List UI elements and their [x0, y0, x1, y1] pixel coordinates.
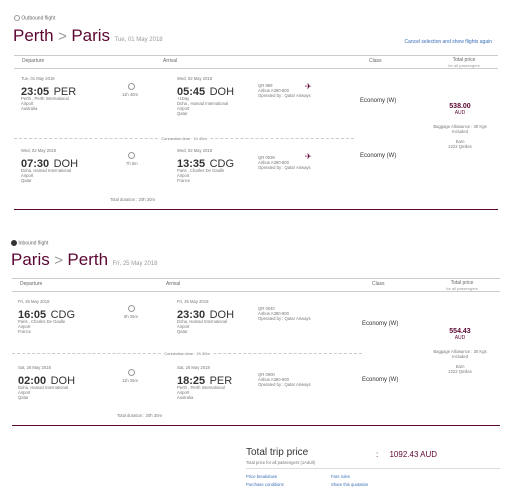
arrow-icon: > — [58, 28, 67, 45]
connection-divider: Connection time : 1h 45m — [14, 136, 354, 141]
fare-rules-link[interactable]: Fare rules — [331, 474, 350, 479]
inbound-price: 554.43 AUD Baggage Allowance : 30 Kgs In… — [433, 328, 487, 374]
inbound-table-header: Departure Arrival Class Total price for … — [12, 278, 500, 292]
total-amount: 1092.43 AUD — [389, 450, 438, 459]
outbound-table-header: Departure Arrival Class Total price for … — [14, 55, 498, 69]
inbound-tag: Inbound flight — [11, 240, 48, 246]
section-separator — [14, 209, 498, 210]
price-breakdown-link[interactable]: Price breakdown — [246, 474, 277, 479]
inbound-title: Paris > Perth Fri, 25 May 2018 — [11, 250, 158, 270]
destination-city: Paris — [71, 26, 111, 45]
plane-outbound-icon — [14, 15, 20, 21]
cabin-class: Economy (W) — [362, 321, 399, 327]
travel-date: Fri, 25 May 2018 — [112, 261, 158, 267]
clock-icon — [128, 369, 135, 376]
outbound-title: Perth > Paris Tue, 01 May 2018 — [13, 26, 163, 46]
separator-colon: : — [376, 450, 379, 459]
total-duration: Total duration : 20h 30m — [110, 197, 155, 202]
clock-icon — [128, 152, 135, 159]
clock-icon — [128, 305, 135, 312]
purchase-conditions-link[interactable]: Purchase conditions — [246, 482, 284, 487]
cabin-class: Economy (W) — [362, 377, 399, 383]
outbound-price: 538.00 AUD Baggage Allowance : 30 Kgs In… — [433, 103, 487, 149]
total-duration: Total duration : 20h 30m — [117, 413, 162, 418]
section-separator — [12, 425, 500, 426]
origin-city: Perth — [13, 26, 54, 45]
destination-city: Perth — [67, 250, 109, 269]
cancel-selection-link[interactable]: Cancel selection and show flights again — [404, 39, 492, 45]
connection-divider: Connection time : 2h 30m — [12, 351, 362, 356]
origin-city: Paris — [11, 250, 50, 269]
plane-inbound-icon — [11, 240, 17, 246]
summary-subtitle: Total price for all passengers (1Adult) — [246, 460, 316, 465]
summary-title: Total trip price — [246, 447, 309, 458]
airline-logo-icon: ✈ — [305, 152, 312, 161]
outbound-tag: Outbound flight — [14, 15, 55, 21]
arrow-icon: > — [54, 252, 63, 269]
summary-divider — [246, 468, 500, 469]
travel-date: Tue, 01 May 2018 — [114, 37, 163, 43]
share-quotation-link[interactable]: Share this quotation — [331, 482, 368, 487]
cabin-class: Economy (W) — [360, 153, 397, 159]
airline-logo-icon: ✈ — [305, 82, 312, 91]
clock-icon — [128, 83, 135, 90]
cabin-class: Economy (W) — [360, 98, 397, 104]
